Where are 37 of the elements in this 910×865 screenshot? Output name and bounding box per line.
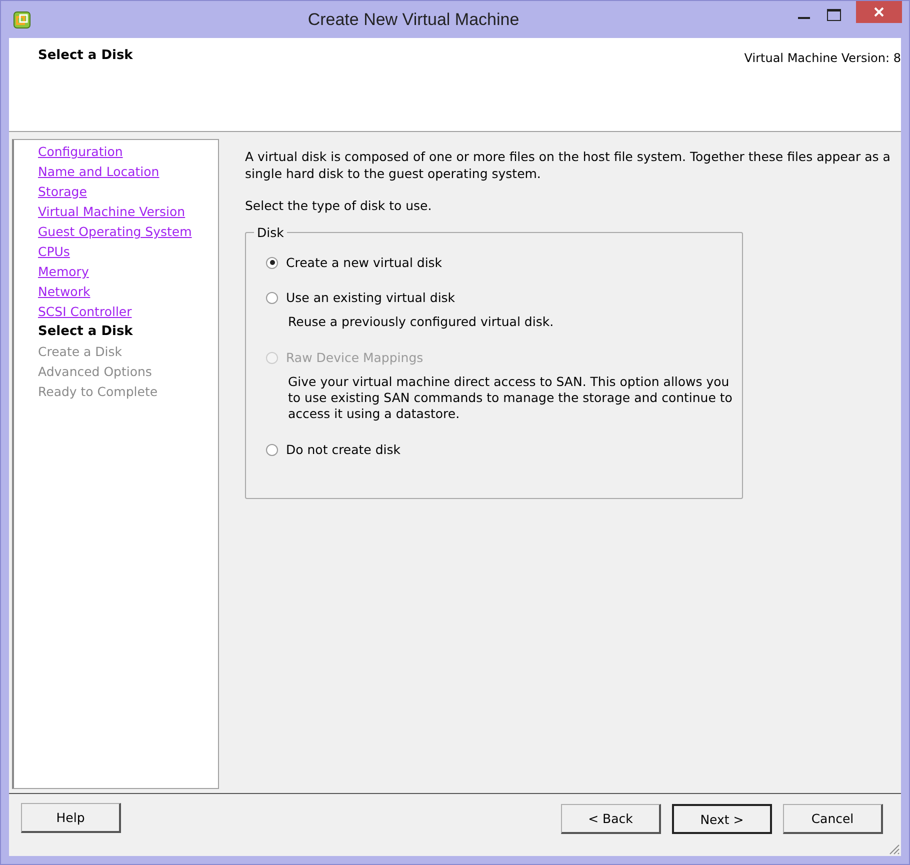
current-step: Select a Disk bbox=[38, 323, 133, 343]
option-label: Create a new virtual disk bbox=[286, 255, 442, 270]
resize-grip-icon[interactable] bbox=[888, 843, 900, 855]
description-text: A virtual disk is composed of one or more files on the host file system. Together these files appear as a single hard disk to the guest operating system. bbox=[245, 148, 891, 182]
step-link[interactable]: SCSI Controller bbox=[38, 303, 132, 323]
page-title: Select a Disk bbox=[38, 48, 133, 65]
step-link[interactable]: Storage bbox=[38, 183, 87, 203]
option-label: Raw Device Mappings bbox=[286, 350, 424, 365]
option-description: Reuse a previously configured virtual disk. bbox=[288, 314, 555, 330]
radio-button[interactable] bbox=[266, 292, 278, 304]
radio-button[interactable] bbox=[266, 256, 278, 268]
radio-button[interactable] bbox=[266, 444, 278, 456]
step-link[interactable]: Name and Location bbox=[38, 163, 160, 183]
step-link[interactable]: Virtual Machine Version bbox=[38, 203, 186, 223]
step-item: Advanced Options bbox=[38, 363, 152, 381]
option-description: Give your virtual machine direct access to SAN. This option allows you to use existing SAN commands to manage the storage and continue to access it using a datastore. bbox=[288, 374, 734, 422]
close-icon bbox=[873, 6, 885, 18]
step-item: Ready to Complete bbox=[38, 383, 158, 401]
step-link[interactable]: CPUs bbox=[38, 243, 70, 263]
step-item: Create a Disk bbox=[38, 343, 122, 361]
version-label: Virtual Machine Version: 8 bbox=[744, 50, 901, 67]
step-link[interactable]: Network bbox=[38, 283, 90, 303]
dialog-button[interactable]: < Back bbox=[561, 804, 661, 834]
dialog-button[interactable]: Next > bbox=[672, 804, 772, 834]
app-icon bbox=[13, 10, 31, 28]
group-legend: Disk bbox=[254, 225, 287, 240]
step-link[interactable]: Guest Operating System bbox=[38, 223, 192, 243]
option-label: Do not create disk bbox=[286, 442, 401, 457]
step-link[interactable]: Configuration bbox=[38, 143, 123, 163]
option-label: Use an existing virtual disk bbox=[286, 290, 456, 305]
dialog-button[interactable]: Cancel bbox=[783, 804, 883, 834]
close-button[interactable] bbox=[856, 1, 902, 23]
prompt-text: Select the type of disk to use. bbox=[245, 198, 433, 213]
window-title: Create New Virtual Machine bbox=[306, 10, 520, 30]
maximize-icon[interactable] bbox=[826, 7, 842, 23]
dialog-button[interactable]: Help bbox=[21, 803, 121, 833]
step-link[interactable]: Memory bbox=[38, 263, 89, 283]
